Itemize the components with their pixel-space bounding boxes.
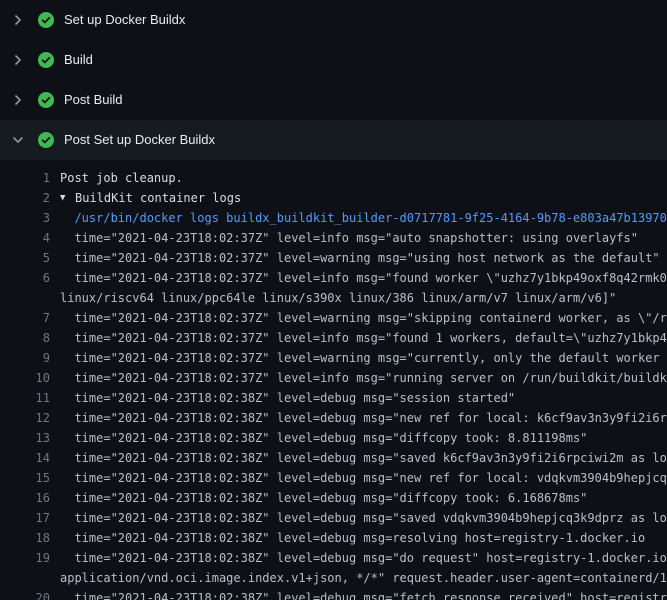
step-title: Post Set up Docker Buildx	[64, 132, 215, 148]
log-text: time="2021-04-23T18:02:38Z" level=debug …	[60, 448, 667, 468]
line-number[interactable]: 12	[0, 408, 50, 428]
check-circle-icon	[38, 132, 54, 148]
line-number[interactable]: 13	[0, 428, 50, 448]
log-link[interactable]: /usr/bin/docker logs buildx_buildkit_bui…	[60, 208, 667, 228]
line-number	[0, 288, 50, 308]
line-number[interactable]: 2	[0, 188, 50, 208]
line-number[interactable]: 17	[0, 508, 50, 528]
check-circle-icon	[38, 52, 54, 68]
log-text: Post job cleanup.	[60, 168, 183, 188]
chevron-right-icon	[10, 12, 26, 28]
log-text: time="2021-04-23T18:02:37Z" level=warnin…	[60, 248, 660, 268]
log-line-continuation: application/vnd.oci.image.index.v1+json,…	[0, 568, 667, 588]
log-text: time="2021-04-23T18:02:38Z" level=debug …	[60, 428, 587, 448]
log-line: 13 time="2021-04-23T18:02:38Z" level=deb…	[0, 428, 667, 448]
step-title: Build	[64, 52, 93, 68]
log-line: 3 /usr/bin/docker logs buildx_buildkit_b…	[0, 208, 667, 228]
log-text: time="2021-04-23T18:02:38Z" level=debug …	[60, 468, 667, 488]
log-line: 18 time="2021-04-23T18:02:38Z" level=deb…	[0, 528, 667, 548]
log-line: 10 time="2021-04-23T18:02:37Z" level=inf…	[0, 368, 667, 388]
step-title: Post Build	[64, 92, 123, 108]
line-number[interactable]: 4	[0, 228, 50, 248]
step-row-post-build[interactable]: Post Build	[0, 80, 667, 120]
log-group-title[interactable]: BuildKit container logs	[75, 188, 241, 208]
log-line: 2 ▼BuildKit container logs	[0, 188, 667, 208]
collapse-triangle-icon[interactable]: ▼	[60, 188, 70, 208]
line-number[interactable]: 14	[0, 448, 50, 468]
log-line: 19 time="2021-04-23T18:02:38Z" level=deb…	[0, 548, 667, 568]
log-text: time="2021-04-23T18:02:37Z" level=info m…	[60, 268, 667, 288]
check-circle-icon	[38, 12, 54, 28]
log-text: time="2021-04-23T18:02:38Z" level=debug …	[60, 488, 587, 508]
log-text: linux/riscv64 linux/ppc64le linux/s390x …	[60, 288, 616, 308]
log-line: 8 time="2021-04-23T18:02:37Z" level=info…	[0, 328, 667, 348]
log-text: time="2021-04-23T18:02:38Z" level=debug …	[60, 508, 667, 528]
check-circle-icon	[38, 92, 54, 108]
log-line: 11 time="2021-04-23T18:02:38Z" level=deb…	[0, 388, 667, 408]
log-text: time="2021-04-23T18:02:38Z" level=debug …	[60, 528, 645, 548]
log-line: 12 time="2021-04-23T18:02:38Z" level=deb…	[0, 408, 667, 428]
line-number[interactable]: 3	[0, 208, 50, 228]
step-list: Set up Docker Buildx Build Post Build Post …	[0, 0, 667, 160]
log-text: time="2021-04-23T18:02:37Z" level=info m…	[60, 228, 638, 248]
line-number	[0, 568, 50, 588]
line-number[interactable]: 20	[0, 588, 50, 600]
log-line: 1 Post job cleanup.	[0, 168, 667, 188]
line-number[interactable]: 7	[0, 308, 50, 328]
step-row-build[interactable]: Build	[0, 40, 667, 80]
log-text: time="2021-04-23T18:02:38Z" level=debug …	[60, 588, 667, 600]
step-row-set-up-docker-buildx[interactable]: Set up Docker Buildx	[0, 0, 667, 40]
line-number[interactable]: 1	[0, 168, 50, 188]
log-text: time="2021-04-23T18:02:38Z" level=debug …	[60, 388, 515, 408]
line-number[interactable]: 6	[0, 268, 50, 288]
log-line-continuation: linux/riscv64 linux/ppc64le linux/s390x …	[0, 288, 667, 308]
log-text: time="2021-04-23T18:02:38Z" level=debug …	[60, 408, 667, 428]
log-pane: 1 Post job cleanup. 2 ▼BuildKit container l…	[0, 160, 667, 600]
log-line: 17 time="2021-04-23T18:02:38Z" level=deb…	[0, 508, 667, 528]
step-title: Set up Docker Buildx	[64, 12, 185, 28]
log-line: 6 time="2021-04-23T18:02:37Z" level=info…	[0, 268, 667, 288]
line-number[interactable]: 16	[0, 488, 50, 508]
chevron-right-icon	[10, 52, 26, 68]
line-number[interactable]: 8	[0, 328, 50, 348]
log-text: time="2021-04-23T18:02:37Z" level=warnin…	[60, 348, 667, 368]
log-line: 15 time="2021-04-23T18:02:38Z" level=deb…	[0, 468, 667, 488]
line-number[interactable]: 9	[0, 348, 50, 368]
step-row-post-set-up-docker-buildx[interactable]: Post Set up Docker Buildx	[0, 120, 667, 160]
log-line: 4 time="2021-04-23T18:02:37Z" level=info…	[0, 228, 667, 248]
log-text: application/vnd.oci.image.index.v1+json,…	[60, 568, 667, 588]
log-text: time="2021-04-23T18:02:37Z" level=warnin…	[60, 308, 667, 328]
log-line: 9 time="2021-04-23T18:02:37Z" level=warn…	[0, 348, 667, 368]
line-number[interactable]: 18	[0, 528, 50, 548]
line-number[interactable]: 5	[0, 248, 50, 268]
line-number[interactable]: 15	[0, 468, 50, 488]
log-line: 5 time="2021-04-23T18:02:37Z" level=warn…	[0, 248, 667, 268]
log-line: 20 time="2021-04-23T18:02:38Z" level=deb…	[0, 588, 667, 600]
log-text: time="2021-04-23T18:02:37Z" level=info m…	[60, 328, 667, 348]
log-line: 16 time="2021-04-23T18:02:38Z" level=deb…	[0, 488, 667, 508]
line-number[interactable]: 19	[0, 548, 50, 568]
chevron-right-icon	[10, 92, 26, 108]
log-text: time="2021-04-23T18:02:38Z" level=debug …	[60, 548, 667, 568]
chevron-down-icon	[10, 132, 26, 148]
workflow-log-viewer: Set up Docker Buildx Build Post Build Post …	[0, 0, 667, 600]
line-number[interactable]: 10	[0, 368, 50, 388]
log-line: 7 time="2021-04-23T18:02:37Z" level=warn…	[0, 308, 667, 328]
log-text: time="2021-04-23T18:02:37Z" level=info m…	[60, 368, 667, 388]
line-number[interactable]: 11	[0, 388, 50, 408]
log-line: 14 time="2021-04-23T18:02:38Z" level=deb…	[0, 448, 667, 468]
